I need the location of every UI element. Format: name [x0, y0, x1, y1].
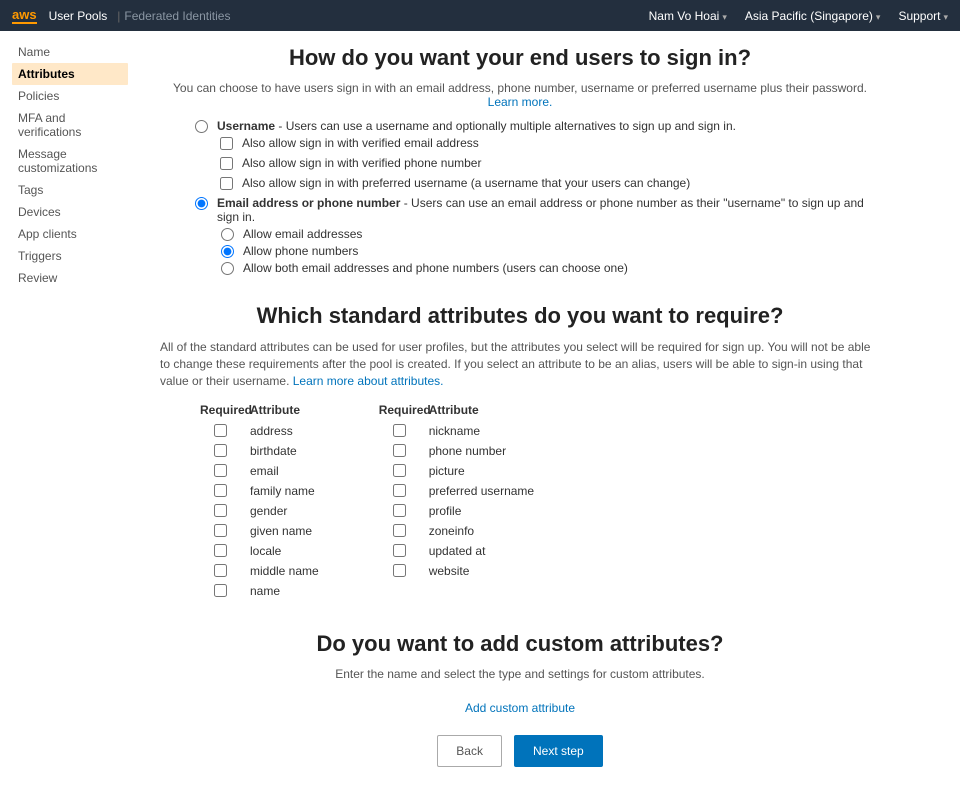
radio-email-phone[interactable] [195, 197, 208, 210]
signin-sub-checkbox[interactable] [220, 177, 233, 190]
attr-required-checkbox[interactable] [214, 524, 227, 537]
main-content: How do you want your end users to sign i… [140, 31, 960, 797]
attr-label: birthdate [250, 444, 297, 458]
learn-more-link[interactable]: Learn more. [488, 95, 553, 109]
attr-required-checkbox[interactable] [393, 564, 406, 577]
chevron-down-icon: ▾ [876, 12, 881, 22]
attr-label: name [250, 584, 280, 598]
attr-required-checkbox[interactable] [393, 484, 406, 497]
attr-label: family name [250, 484, 315, 498]
radio-username-label: Username [217, 119, 275, 133]
signin-sub-radio[interactable] [221, 245, 234, 258]
header-required: Required [379, 403, 429, 417]
attr-required-checkbox[interactable] [393, 464, 406, 477]
custom-heading: Do you want to add custom attributes? [160, 631, 880, 657]
attrs-heading: Which standard attributes do you want to… [160, 303, 880, 329]
signin-sub-label: Also allow sign in with preferred userna… [242, 176, 690, 190]
header-attribute: Attribute [250, 403, 300, 417]
next-step-button[interactable]: Next step [514, 735, 603, 767]
nav-user-pools[interactable]: User Pools [49, 9, 108, 23]
signin-sub-radio[interactable] [221, 262, 234, 275]
attr-required-checkbox[interactable] [214, 484, 227, 497]
attr-required-checkbox[interactable] [214, 564, 227, 577]
attr-label: locale [250, 544, 281, 558]
back-button[interactable]: Back [437, 735, 502, 767]
attrs-intro: All of the standard attributes can be us… [160, 339, 880, 389]
nav-region-menu[interactable]: Asia Pacific (Singapore)▾ [745, 9, 881, 23]
attr-label: middle name [250, 564, 319, 578]
attr-required-checkbox[interactable] [214, 584, 227, 597]
nav-user-menu[interactable]: Nam Vo Hoai▾ [649, 9, 727, 23]
signin-sub-radio[interactable] [221, 228, 234, 241]
signin-sub-checkbox[interactable] [220, 137, 233, 150]
sidebar-item-attributes[interactable]: Attributes [12, 63, 128, 85]
nav-divider: | [117, 9, 120, 23]
aws-logo[interactable]: aws [12, 8, 37, 24]
attr-label: zoneinfo [429, 524, 474, 538]
sidebar-item-app-clients[interactable]: App clients [12, 223, 128, 245]
header-attribute: Attribute [429, 403, 479, 417]
attr-label: email [250, 464, 279, 478]
sidebar-item-mfa-and-verifications[interactable]: MFA and verifications [12, 107, 128, 143]
radio-username-desc: - Users can use a username and optionall… [275, 119, 736, 133]
nav-federated-identities[interactable]: Federated Identities [124, 9, 230, 23]
attr-label: updated at [429, 544, 486, 558]
custom-intro: Enter the name and select the type and s… [160, 667, 880, 681]
sidebar-item-policies[interactable]: Policies [12, 85, 128, 107]
sidebar-item-message-customizations[interactable]: Message customizations [12, 143, 128, 179]
attr-label: website [429, 564, 470, 578]
attr-required-checkbox[interactable] [214, 544, 227, 557]
signin-sub-label: Also allow sign in with verified phone n… [242, 156, 481, 170]
sidebar-item-review[interactable]: Review [12, 267, 128, 289]
attr-label: preferred username [429, 484, 534, 498]
add-custom-attribute-link[interactable]: Add custom attribute [160, 701, 880, 715]
nav-support-menu[interactable]: Support▾ [898, 9, 948, 23]
sidebar-item-name[interactable]: Name [12, 41, 128, 63]
learn-more-attrs-link[interactable]: Learn more about attributes. [293, 374, 444, 388]
sidebar-item-devices[interactable]: Devices [12, 201, 128, 223]
sidebar-item-tags[interactable]: Tags [12, 179, 128, 201]
attr-required-checkbox[interactable] [393, 424, 406, 437]
attr-label: address [250, 424, 293, 438]
signin-sub-checkbox[interactable] [220, 157, 233, 170]
signin-intro: You can choose to have users sign in wit… [160, 81, 880, 109]
attr-required-checkbox[interactable] [214, 464, 227, 477]
signin-sub-label: Allow phone numbers [243, 244, 358, 258]
signin-sub-label: Allow both email addresses and phone num… [243, 261, 628, 275]
header-required: Required [200, 403, 250, 417]
attr-label: given name [250, 524, 312, 538]
signin-sub-label: Also allow sign in with verified email a… [242, 136, 479, 150]
attr-label: nickname [429, 424, 480, 438]
attr-label: phone number [429, 444, 506, 458]
sidebar: NameAttributesPoliciesMFA and verificati… [0, 31, 140, 797]
attr-label: picture [429, 464, 465, 478]
sidebar-item-triggers[interactable]: Triggers [12, 245, 128, 267]
chevron-down-icon: ▾ [943, 12, 948, 22]
signin-sub-label: Allow email addresses [243, 227, 362, 241]
signin-heading: How do you want your end users to sign i… [160, 45, 880, 71]
attr-required-checkbox[interactable] [214, 444, 227, 457]
radio-username[interactable] [195, 120, 208, 133]
attr-required-checkbox[interactable] [393, 524, 406, 537]
top-nav: aws User Pools | Federated Identities Na… [0, 0, 960, 31]
attr-required-checkbox[interactable] [393, 444, 406, 457]
attr-required-checkbox[interactable] [393, 544, 406, 557]
attr-required-checkbox[interactable] [214, 424, 227, 437]
chevron-down-icon: ▾ [722, 12, 727, 22]
radio-email-phone-label: Email address or phone number [217, 196, 400, 210]
